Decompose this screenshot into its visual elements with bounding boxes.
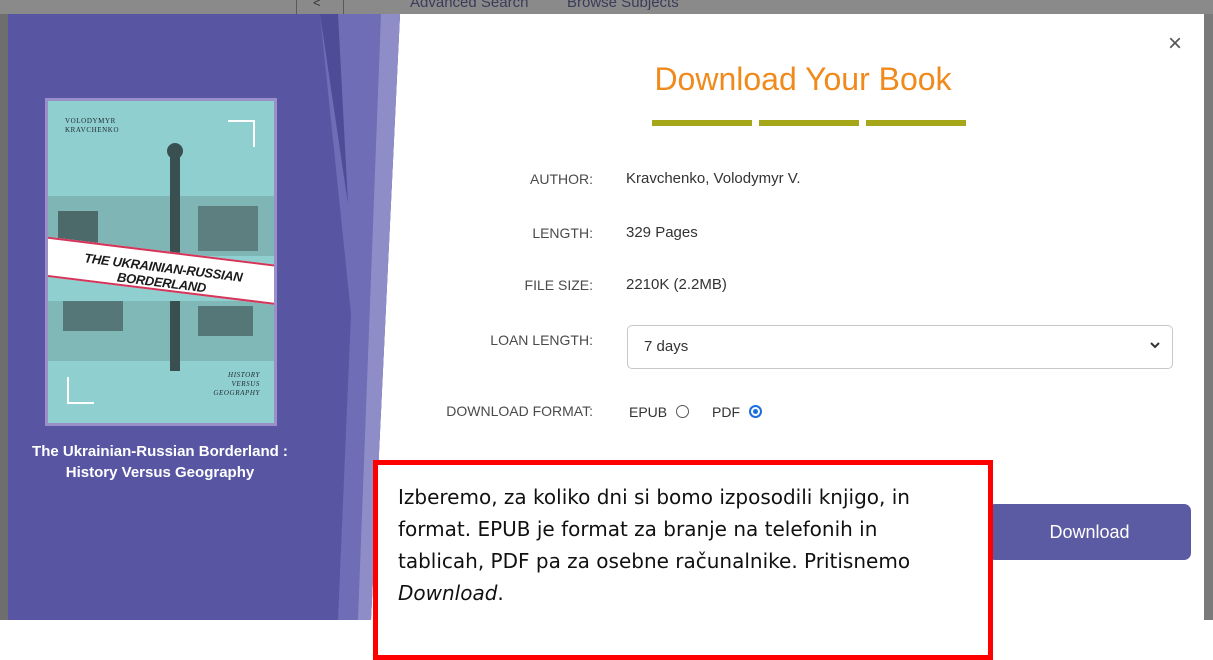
background-glyph: <	[313, 0, 321, 10]
length-label: LENGTH:	[532, 225, 593, 241]
file-size-label: FILE SIZE:	[524, 277, 593, 293]
length-value: 329 Pages	[626, 224, 698, 241]
modal-title: Download Your Book	[654, 61, 952, 97]
loan-length-select[interactable]: 7 days	[627, 325, 1173, 369]
cover-author: VOLODYMYR KRAVCHENKO	[65, 117, 120, 134]
book-cover: VOLODYMYR KRAVCHENKO THE UKRAINIAN-RUSSI…	[45, 98, 277, 426]
book-title: The Ukrainian-Russian Borderland : Histo…	[32, 443, 288, 481]
title-bar	[759, 120, 859, 126]
cover-subtitle: HISTORY VERSUS GEOGRAPHY	[213, 371, 260, 397]
instruction-text: Izberemo, za koliko dni si bomo izposodi…	[398, 481, 958, 609]
instruction-text-end: .	[497, 581, 504, 605]
download-button[interactable]: Download	[988, 504, 1191, 560]
book-side-panel: VOLODYMYR KRAVCHENKO THE UKRAINIAN-RUSSI…	[8, 14, 408, 620]
title-bar	[866, 120, 966, 126]
epub-option-label[interactable]: EPUB	[629, 404, 667, 420]
background-page-right	[1204, 14, 1213, 620]
epub-radio[interactable]	[676, 405, 689, 418]
loan-length-label: LOAN LENGTH:	[490, 332, 593, 348]
background-page-left	[0, 14, 8, 620]
instruction-callout: Izberemo, za koliko dni si bomo izposodi…	[373, 460, 993, 660]
close-button[interactable]: ×	[1168, 32, 1182, 56]
pdf-option-label[interactable]: PDF	[712, 404, 740, 420]
instruction-text-emphasis: Download	[398, 581, 498, 605]
pdf-radio[interactable]	[749, 405, 762, 418]
loan-length-value: 7 days	[644, 338, 689, 355]
author-value: Kravchenko, Volodymyr V.	[626, 170, 801, 187]
instruction-text-main: Izberemo, za koliko dni si bomo izposodi…	[398, 485, 911, 573]
close-icon: ×	[1168, 30, 1183, 57]
browse-subjects-link[interactable]: Browse Subjects	[567, 0, 679, 11]
divider	[296, 0, 297, 14]
background-page-header: < Advanced Search Browse Subjects	[0, 0, 1213, 14]
title-bar	[652, 120, 752, 126]
divider	[343, 0, 344, 14]
download-format-label: DOWNLOAD FORMAT:	[446, 403, 593, 419]
author-label: AUTHOR:	[530, 171, 593, 187]
chevron-down-icon	[1150, 342, 1160, 349]
file-size-value: 2210K (2.2MB)	[626, 276, 727, 293]
advanced-search-link[interactable]: Advanced Search	[410, 0, 528, 11]
